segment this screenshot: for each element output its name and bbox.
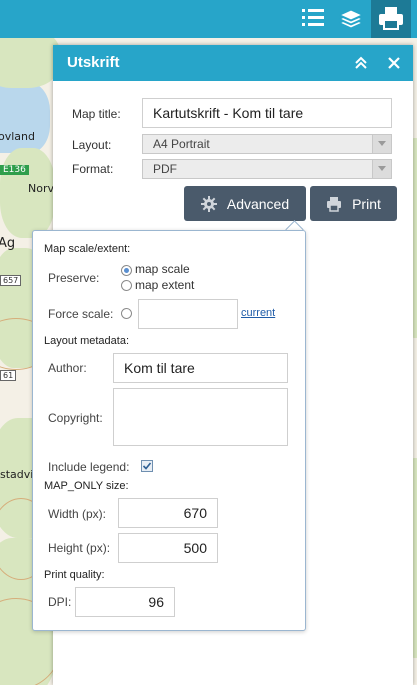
panel-title: Utskrift	[67, 54, 120, 71]
chevron-down-icon	[372, 160, 391, 178]
layout-select-value: A4 Portrait	[153, 137, 210, 151]
copyright-label: Copyright:	[48, 411, 103, 425]
radio-map-extent-label[interactable]: map extent	[135, 278, 194, 292]
map-place-label: ovland	[0, 130, 35, 143]
checkmark-icon	[142, 462, 152, 470]
print-toolbar-button[interactable]	[371, 0, 411, 38]
width-label: Width (px):	[48, 507, 107, 521]
map-place-label: Ag	[0, 236, 16, 251]
gear-icon	[200, 195, 217, 212]
advanced-button[interactable]: Advanced	[184, 186, 306, 221]
maponly-section-heading: MAP_ONLY size:	[44, 480, 129, 492]
layout-select[interactable]: A4 Portrait	[142, 134, 392, 154]
metadata-section-heading: Layout metadata:	[44, 335, 130, 347]
forest-area	[0, 38, 60, 88]
panel-header: Utskrift	[53, 45, 413, 81]
map-number-label: 657	[0, 275, 22, 286]
close-button[interactable]	[384, 53, 404, 73]
layers-icon	[338, 6, 364, 33]
map-place-label: Norv	[28, 182, 54, 195]
height-label: Height (px):	[48, 541, 111, 555]
include-legend-label: Include legend:	[48, 460, 130, 474]
include-legend-checkbox[interactable]	[141, 460, 153, 472]
top-header-bar	[0, 0, 417, 38]
dpi-label: DPI:	[48, 595, 72, 609]
printer-icon	[326, 196, 342, 212]
radio-map-scale[interactable]	[121, 265, 132, 276]
list-icon	[301, 7, 325, 32]
print-button-label: Print	[352, 195, 381, 212]
copyright-textarea[interactable]	[113, 388, 288, 446]
layers-button[interactable]	[332, 0, 370, 38]
layout-label: Layout:	[72, 138, 112, 152]
radio-map-extent[interactable]	[121, 280, 132, 291]
format-label: Format:	[72, 162, 114, 176]
force-scale-label: Force scale:	[48, 307, 114, 321]
author-label: Author:	[48, 361, 87, 375]
print-button[interactable]: Print	[310, 186, 397, 221]
advanced-options-popup: Map scale/extent: Preserve: map scale ma…	[32, 230, 306, 631]
format-select[interactable]: PDF	[142, 159, 392, 179]
list-button[interactable]	[294, 0, 332, 38]
current-scale-link[interactable]: current	[241, 307, 275, 319]
map-title-label: Map title:	[72, 107, 121, 121]
advanced-button-label: Advanced	[226, 195, 290, 212]
chevron-down-icon	[372, 135, 391, 153]
preserve-label: Preserve:	[48, 271, 100, 285]
road-label: E136	[0, 165, 29, 175]
scale-section-heading: Map scale/extent:	[44, 243, 131, 255]
format-select-value: PDF	[153, 162, 177, 176]
double-chevron-up-icon	[355, 56, 367, 69]
author-input[interactable]: Kom til tare	[113, 353, 288, 383]
collapse-button[interactable]	[351, 53, 371, 73]
print-icon	[378, 6, 404, 33]
width-input[interactable]: 670	[118, 498, 218, 528]
force-scale-input[interactable]	[138, 299, 238, 329]
radio-map-scale-label[interactable]: map scale	[135, 262, 190, 276]
quality-section-heading: Print quality:	[44, 569, 105, 581]
map-title-input[interactable]: Kartutskrift - Kom til tare	[142, 98, 392, 128]
close-icon	[388, 57, 400, 69]
height-input[interactable]: 500	[118, 533, 218, 563]
map-number-label: 61	[0, 370, 17, 381]
dpi-input[interactable]: 96	[75, 587, 175, 617]
force-scale-radio[interactable]	[121, 308, 132, 319]
